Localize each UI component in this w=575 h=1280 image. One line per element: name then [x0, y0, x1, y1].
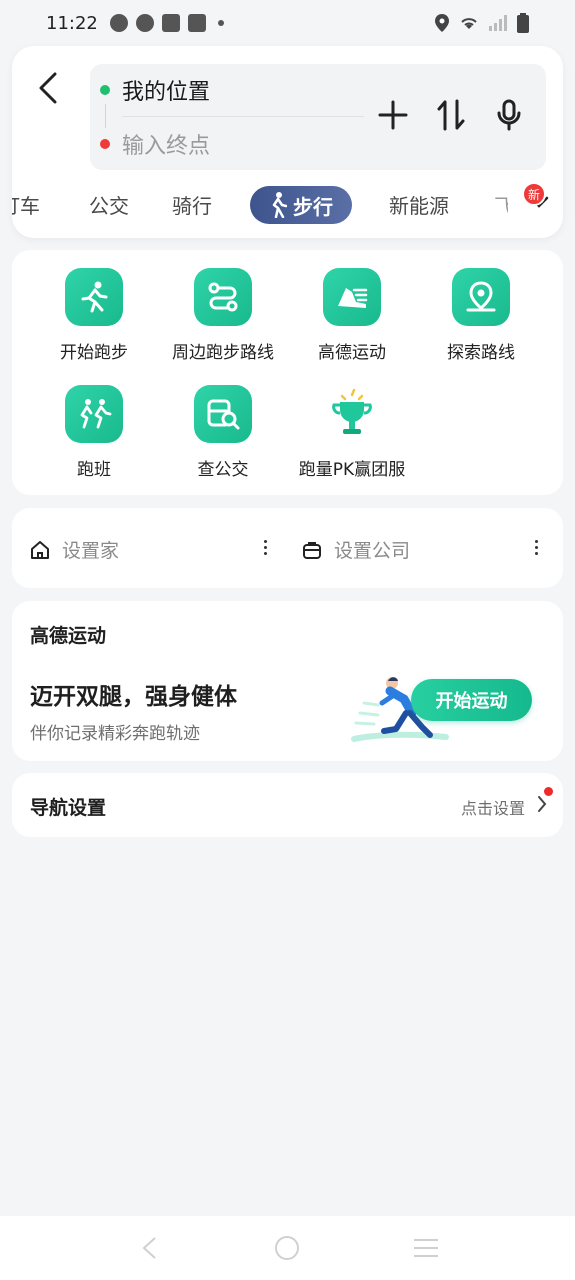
home-icon — [31, 540, 49, 559]
end-dot — [100, 139, 110, 149]
notification-dot — [544, 787, 553, 796]
shortcut-label: 周边跑步路线 — [172, 343, 274, 363]
shortcut-label: 查公交 — [197, 460, 249, 480]
menu-lines-icon — [413, 1239, 438, 1257]
set-company-label: 设置公司 — [334, 540, 411, 562]
dot-icon — [217, 20, 224, 26]
route-card: 我的位置 输入终点 打车 公交 骑行 步行 新能源 飞 — [12, 46, 563, 238]
shortcut-label: 跑量PK赢团服 — [298, 460, 406, 480]
more-dot — [534, 552, 538, 555]
route-icon — [194, 268, 252, 326]
bus-search-icon — [194, 385, 252, 443]
route-divider — [122, 116, 364, 117]
start-sport-button[interactable]: 开始运动 — [411, 679, 532, 721]
home-more-button[interactable] — [262, 540, 268, 555]
nav-back-button[interactable] — [129, 1228, 169, 1268]
start-dot — [100, 85, 110, 95]
set-home-label: 设置家 — [62, 540, 120, 562]
location-icon — [435, 14, 449, 32]
start-point-label: 我的位置 — [122, 80, 211, 105]
voice-button[interactable] — [492, 98, 526, 132]
nav-settings-title: 导航设置 — [30, 797, 107, 819]
tab-new-energy[interactable]: 新能源 — [389, 190, 449, 219]
route-connector — [105, 104, 106, 128]
tab-cycling[interactable]: 骑行 — [172, 190, 212, 219]
route-actions — [376, 98, 526, 132]
back-icon — [39, 72, 57, 104]
shortcut-bus-search[interactable]: 查公交 — [158, 385, 288, 480]
sport-card-title: 高德运动 — [30, 625, 107, 647]
trophy-icon — [323, 385, 381, 443]
shortcut-mileage-pk[interactable]: 跑量PK赢团服 — [287, 385, 417, 480]
info-icon — [135, 14, 154, 32]
more-dot — [534, 546, 538, 549]
tab-walking[interactable]: 步行 — [250, 186, 352, 224]
sport-shoe-icon — [323, 268, 381, 326]
swap-icon — [437, 99, 465, 131]
mail-icon — [161, 14, 180, 32]
mic-icon — [497, 99, 521, 131]
shortcut-amap-sports[interactable]: 高德运动 — [287, 268, 417, 363]
more-dot — [534, 540, 538, 543]
shortcut-start-running[interactable]: 开始跑步 — [29, 268, 159, 363]
more-dot — [263, 540, 267, 543]
wifi-icon — [461, 18, 477, 29]
tab-bus[interactable]: 公交 — [89, 190, 129, 219]
saved-places-card: 设置家 设置公司 — [12, 508, 563, 588]
add-icon — [378, 100, 408, 130]
start-point-row[interactable]: 我的位置 — [100, 74, 210, 106]
shortcut-explore-routes[interactable]: 探索路线 — [416, 268, 546, 363]
end-point-placeholder: 输入终点 — [122, 134, 211, 159]
nav-home-button[interactable] — [267, 1228, 307, 1268]
set-home-button[interactable]: 设置家 — [30, 536, 119, 563]
sport-subtitle: 伴你记录精彩奔跑轨迹 — [30, 724, 200, 744]
bag-icon — [187, 14, 206, 32]
battery-icon — [517, 13, 529, 33]
swap-button[interactable] — [434, 98, 468, 132]
group-run-icon — [65, 385, 123, 443]
shortcut-running-club[interactable]: 跑班 — [29, 385, 159, 480]
nav-settings-hint: 点击设置 — [460, 799, 525, 818]
set-company-button[interactable]: 设置公司 — [302, 536, 410, 563]
shortcut-label: 探索路线 — [447, 343, 515, 363]
tab-walking-label: 步行 — [293, 194, 333, 219]
end-point-input[interactable]: 输入终点 — [100, 128, 210, 160]
route-input-box: 我的位置 输入终点 — [90, 64, 546, 170]
add-waypoint-button[interactable] — [376, 98, 410, 132]
more-dot — [263, 546, 267, 549]
new-badge: 新 — [522, 182, 546, 206]
briefcase-icon — [303, 541, 321, 559]
sport-headline: 迈开双腿，强身健体 — [30, 684, 237, 710]
company-more-button[interactable] — [533, 540, 539, 555]
tab-flight[interactable]: 飞 — [494, 190, 508, 219]
signal-icon — [489, 15, 507, 31]
nav-recents-button[interactable] — [406, 1228, 446, 1268]
walking-icon — [272, 192, 287, 218]
system-nav-bar — [0, 1216, 575, 1280]
shortcut-label: 开始跑步 — [60, 343, 128, 363]
status-bar: 11:22 — [0, 0, 575, 46]
sport-promo-card[interactable]: 高德运动 迈开双腿，强身健体 伴你记录精彩奔跑轨迹 开始运动 — [12, 601, 563, 761]
shortcut-label: 高德运动 — [318, 343, 386, 363]
shortcut-nearby-routes[interactable]: 周边跑步路线 — [158, 268, 288, 363]
tab-taxi[interactable]: 打车 — [12, 190, 40, 219]
nav-settings-row[interactable]: 导航设置 点击设置 — [12, 773, 563, 837]
shortcut-grid: 开始跑步 周边跑步路线 高德运动 探索路线 跑班 查公交 跑量PK赢团服 — [12, 250, 563, 495]
speedometer-icon — [109, 14, 128, 32]
travel-mode-tabs: 打车 公交 骑行 步行 新能源 飞 — [12, 186, 563, 224]
circle-home-icon — [275, 1236, 300, 1260]
more-dot — [263, 552, 267, 555]
back-button[interactable] — [30, 66, 66, 110]
shortcut-label: 跑班 — [77, 460, 111, 480]
chevron-right-icon — [538, 796, 547, 812]
map-pin-icon — [452, 268, 510, 326]
triangle-back-icon — [142, 1237, 156, 1259]
running-icon — [65, 268, 123, 326]
status-time: 11:22 — [46, 12, 98, 34]
